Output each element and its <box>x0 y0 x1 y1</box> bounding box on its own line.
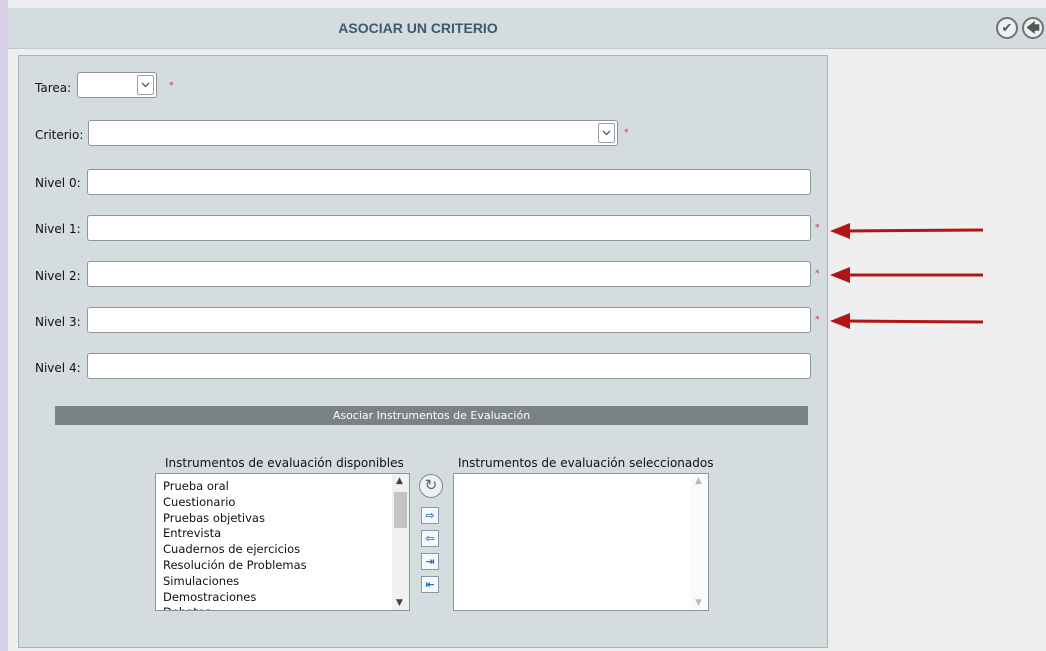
list-item[interactable]: Prueba oral <box>156 479 409 495</box>
nivel0-label: Nivel 0: <box>35 176 81 190</box>
confirm-button[interactable]: ✔ <box>996 17 1018 39</box>
scrollbar-thumb[interactable] <box>394 492 407 528</box>
tarea-select[interactable] <box>77 72 157 98</box>
selected-list-scrollbar[interactable]: ▲ ▼ <box>691 474 708 610</box>
list-item[interactable]: Simulaciones <box>156 574 409 590</box>
scroll-down-icon[interactable]: ▼ <box>695 598 702 608</box>
nivel3-label: Nivel 3: <box>35 315 81 329</box>
selected-instruments-list[interactable]: ▲ ▼ <box>453 473 709 611</box>
annotation-arrow-nivel3 <box>830 313 984 329</box>
nivel2-required-mark: * <box>815 269 820 279</box>
nivel3-input[interactable] <box>87 307 811 333</box>
remove-all-instruments-button[interactable]: ⇤ <box>421 576 439 593</box>
arrow-left-bar-icon: ⇤ <box>425 578 435 591</box>
instruments-section-header: Asociar Instrumentos de Evaluación <box>55 406 808 425</box>
annotation-arrow-nivel2 <box>830 267 983 283</box>
remove-instrument-button[interactable]: ⇦ <box>421 530 439 547</box>
selected-list-title: Instrumentos de evaluación seleccionados <box>458 456 714 470</box>
available-list-scrollbar[interactable]: ▲ ▼ <box>392 474 409 610</box>
check-circle-icon: ✔ <box>1001 20 1013 36</box>
nivel3-required-mark: * <box>815 315 820 325</box>
nivel2-input[interactable] <box>87 261 811 287</box>
list-item[interactable]: Cuestionario <box>156 495 409 511</box>
nivel1-required-mark: * <box>815 223 820 233</box>
app-window: ASOCIAR UN CRITERIO ✔ 🡄 Tarea: * Criteri… <box>8 0 1046 651</box>
list-item[interactable]: Cuadernos de ejercicios <box>156 542 409 558</box>
page-title: ASOCIAR UN CRITERIO <box>338 20 498 36</box>
criterio-select[interactable] <box>88 120 618 146</box>
add-instrument-button[interactable]: ⇨ <box>421 507 439 524</box>
nivel1-label: Nivel 1: <box>35 222 81 236</box>
refresh-button[interactable]: ↻ <box>419 474 443 498</box>
arrow-right-bar-icon: ⇥ <box>425 555 435 568</box>
nivel2-label: Nivel 2: <box>35 269 81 283</box>
nivel0-input[interactable] <box>87 169 811 195</box>
nivel4-label: Nivel 4: <box>35 361 81 375</box>
tarea-required-mark: * <box>169 81 174 91</box>
refresh-icon: ↻ <box>424 476 438 494</box>
add-all-instruments-button[interactable]: ⇥ <box>421 553 439 570</box>
criterio-label: Criterio: <box>35 128 84 142</box>
scroll-up-icon[interactable]: ▲ <box>695 476 702 486</box>
criterio-required-mark: * <box>624 128 629 138</box>
scroll-up-icon[interactable]: ▲ <box>396 476 403 486</box>
arrow-left-icon: ⇦ <box>425 532 435 545</box>
arrow-left-circle-icon: 🡄 <box>1026 20 1040 36</box>
list-item[interactable]: Debates <box>156 605 409 610</box>
list-item[interactable]: Resolución de Problemas <box>156 558 409 574</box>
chevron-down-icon <box>602 130 611 136</box>
scroll-down-icon[interactable]: ▼ <box>396 598 403 608</box>
tarea-dropdown-toggle[interactable] <box>137 75 154 95</box>
back-button[interactable]: 🡄 <box>1022 17 1044 39</box>
annotation-arrow-nivel1 <box>830 223 984 239</box>
list-item[interactable]: Demostraciones <box>156 590 409 606</box>
list-item[interactable]: Pruebas objetivas <box>156 511 409 527</box>
nivel4-input[interactable] <box>87 353 811 379</box>
arrow-right-icon: ⇨ <box>425 509 435 522</box>
chevron-down-icon <box>141 82 150 88</box>
criterio-dropdown-toggle[interactable] <box>598 123 615 143</box>
criterio-form-panel: Tarea: * Criterio: * Nivel 0: Nivel 1: *… <box>18 55 828 648</box>
available-items-container: Prueba oral Cuestionario Pruebas objetivas… <box>156 474 409 610</box>
available-list-title: Instrumentos de evaluación disponibles <box>165 456 404 470</box>
header-bar: ASOCIAR UN CRITERIO ✔ 🡄 <box>8 8 1046 49</box>
tarea-label: Tarea: <box>35 81 72 95</box>
nivel1-input[interactable] <box>87 215 811 241</box>
list-item[interactable]: Entrevista <box>156 526 409 542</box>
available-instruments-list[interactable]: Prueba oral Cuestionario Pruebas objetivas… <box>155 473 410 611</box>
